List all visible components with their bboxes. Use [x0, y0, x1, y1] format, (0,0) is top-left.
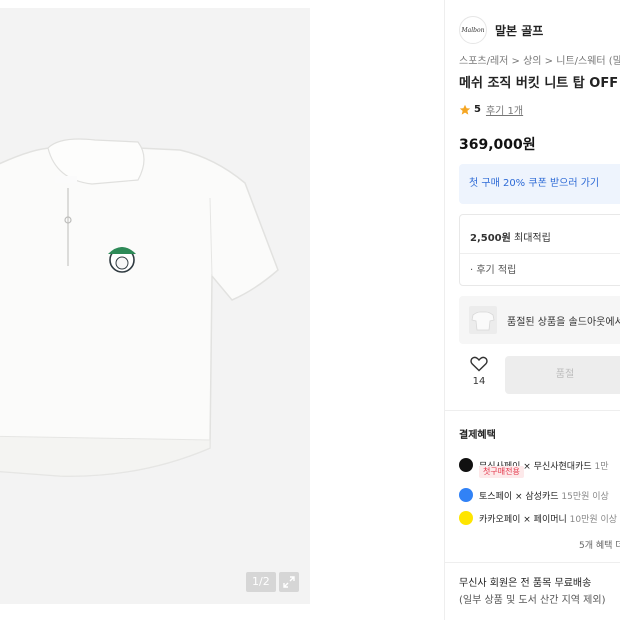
- image-pager: 1/2: [246, 572, 276, 592]
- free-shipping-note: (일부 상품 및 도서 산간 지역 제외): [459, 595, 606, 606]
- star-icon: [459, 104, 471, 115]
- zoom-button[interactable]: [279, 572, 299, 592]
- toss-pay-icon: [459, 488, 473, 502]
- rating-score: 5: [474, 104, 481, 115]
- wish-count: 14: [472, 376, 486, 387]
- points-max-amount: 2,500원: [470, 233, 511, 244]
- soldout-notice[interactable]: 품절된 상품을 솔드아웃에서: [459, 296, 620, 344]
- product-price: 369,000원: [459, 137, 536, 153]
- soldout-button: 품절: [505, 356, 620, 394]
- free-shipping-title: 무신사 회원은 전 품목 무료배송: [459, 578, 592, 589]
- payment-benefit-row[interactable]: 카카오페이 × 페이머니 10만원 이상: [459, 511, 617, 525]
- heart-icon: [470, 356, 488, 372]
- section-divider: [445, 410, 620, 411]
- rating-summary: 5 후기 1개: [459, 102, 523, 117]
- musinsa-pay-icon: [459, 458, 473, 472]
- points-divider: [460, 253, 620, 254]
- expand-icon: [283, 576, 295, 588]
- wishlist-button[interactable]: 14: [459, 356, 499, 396]
- payment-benefit-name: 카카오페이 × 페이머니: [479, 514, 567, 525]
- soldout-notice-text: 품절된 상품을 솔드아웃에서: [507, 317, 620, 328]
- points-max-label: 최대적립: [510, 233, 551, 244]
- review-points: · 후기 적립: [470, 265, 517, 276]
- product-info-panel: Malbon 말본 골프 스포츠/레저 > 상의 > 니트/스웨터 (말본 메쉬…: [444, 0, 620, 620]
- product-title: 메쉬 조직 버킷 니트 탑 OFF: [459, 76, 619, 91]
- kakao-pay-icon: [459, 511, 473, 525]
- section-divider: [445, 562, 620, 563]
- brand-logo: Malbon: [459, 16, 487, 44]
- breadcrumb[interactable]: 스포츠/레저 > 상의 > 니트/스웨터 (말본: [459, 52, 620, 67]
- payment-benefit-text: 토스페이 × 삼성카드 15만원 이상: [479, 489, 609, 502]
- product-thumbnail: [469, 306, 497, 334]
- more-benefits-link[interactable]: 5개 혜택 더: [579, 538, 620, 551]
- brand-link[interactable]: Malbon 말본 골프: [459, 16, 543, 44]
- payment-benefit-text: 카카오페이 × 페이머니 10만원 이상: [479, 512, 617, 525]
- payment-benefit-row[interactable]: 토스페이 × 삼성카드 15만원 이상: [459, 488, 609, 502]
- payment-benefit-name: 토스페이 × 삼성카드: [479, 491, 559, 502]
- brand-name: 말본 골프: [495, 23, 544, 38]
- product-image-gallery[interactable]: 1/2: [0, 8, 310, 604]
- points-box: 2,500원 최대적립 · 후기 적립: [459, 214, 620, 286]
- payment-benefit-detail: 10만원 이상: [566, 514, 618, 525]
- payment-benefit-detail: 15만원 이상: [558, 491, 609, 502]
- first-purchase-tag: 첫구매전용: [479, 466, 524, 478]
- payment-benefits-title: 결제혜택: [459, 430, 496, 441]
- first-purchase-coupon-banner[interactable]: 첫 구매 20% 쿠폰 받으러 가기: [459, 164, 620, 204]
- product-image: [0, 138, 279, 477]
- payment-benefit-detail: 1만: [591, 461, 609, 472]
- review-count-link[interactable]: 후기 1개: [486, 102, 523, 117]
- points-max: 2,500원 최대적립: [470, 229, 551, 244]
